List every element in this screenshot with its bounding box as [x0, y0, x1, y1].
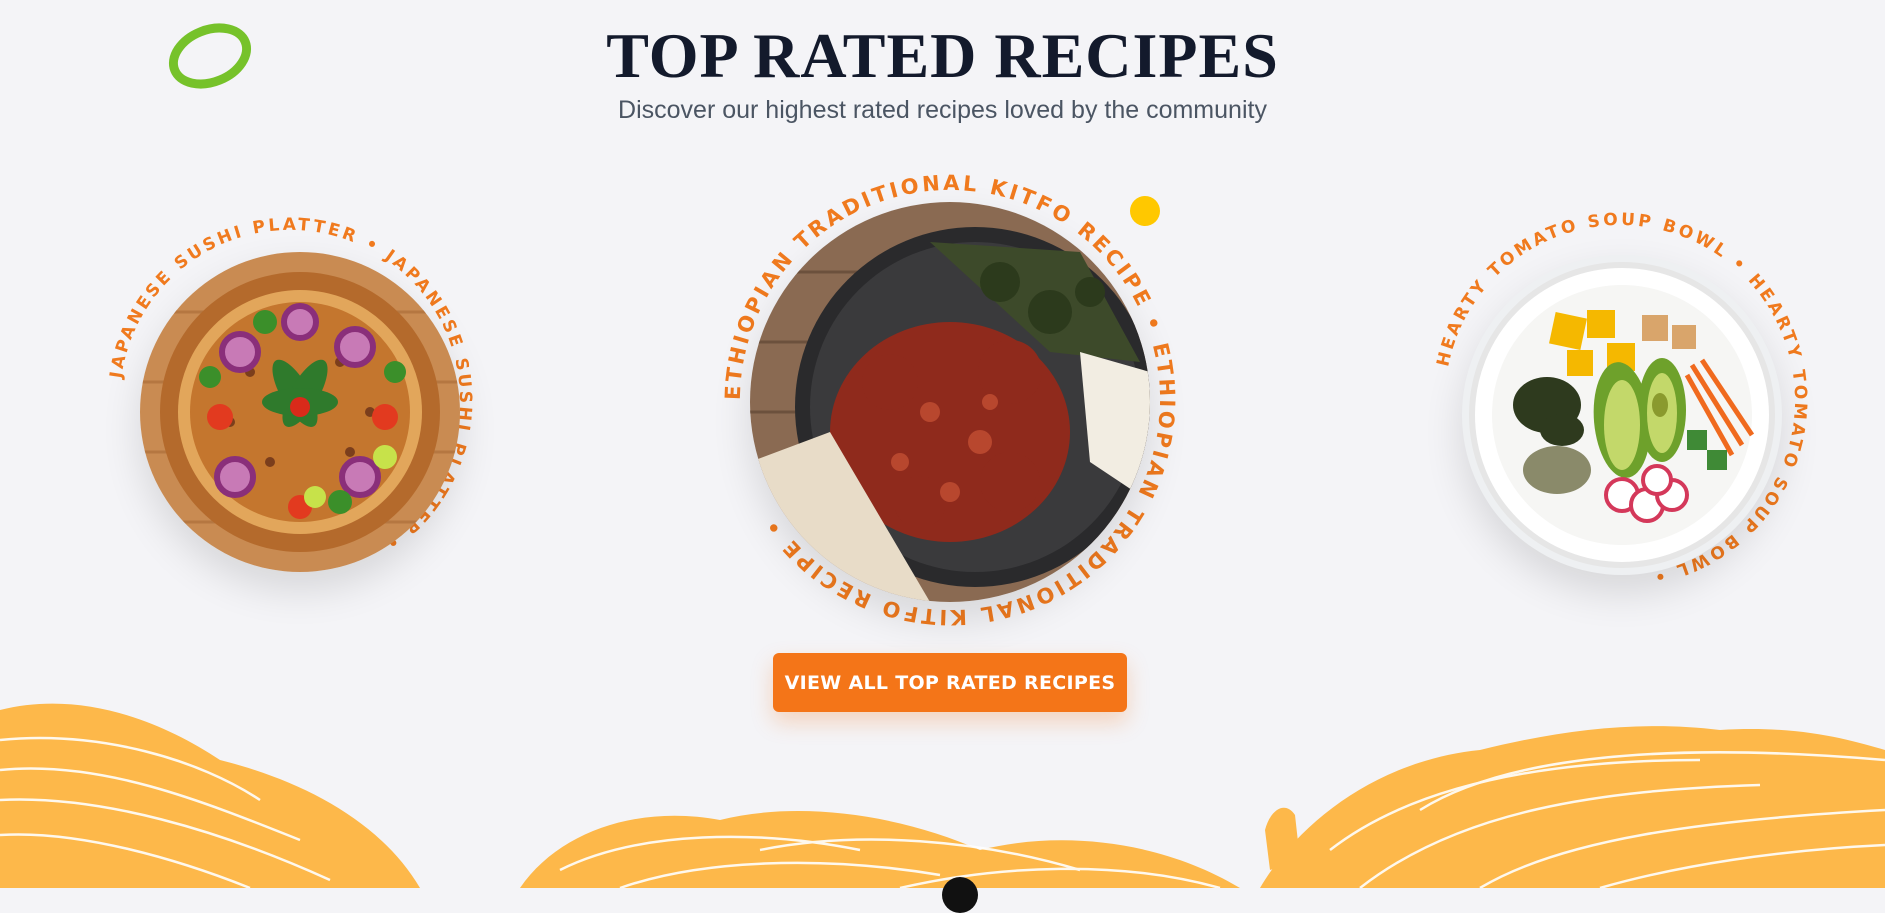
recipe-card[interactable]: HEARTY TOMATO SOUP BOWL • HEARTY TOMATO … — [1420, 200, 1820, 600]
kitfo-image-icon — [750, 202, 1150, 602]
recipe-card[interactable]: JAPANESE SUSHI PLATTER • JAPANESE SUSHI … — [90, 200, 490, 600]
yellow-dot-icon — [1130, 196, 1160, 226]
pizza-image-icon — [140, 252, 460, 572]
recipe-card[interactable]: ETHIOPIAN TRADITIONAL KITFO RECIPE • ETH… — [710, 171, 1190, 629]
noodle-decoration-icon — [0, 703, 1885, 888]
scroll-indicator-icon[interactable] — [942, 877, 978, 913]
bowl-image-icon — [1469, 262, 1775, 568]
section-subtitle: Discover our highest rated recipes loved… — [618, 96, 1267, 124]
section-title: TOP RATED RECIPES — [606, 20, 1279, 91]
recipe-image[interactable] — [1462, 255, 1782, 575]
recipe-image[interactable] — [750, 202, 1150, 602]
recipe-image[interactable] — [140, 252, 460, 572]
section-header: TOP RATED RECIPES Discover our highest r… — [0, 18, 1885, 125]
